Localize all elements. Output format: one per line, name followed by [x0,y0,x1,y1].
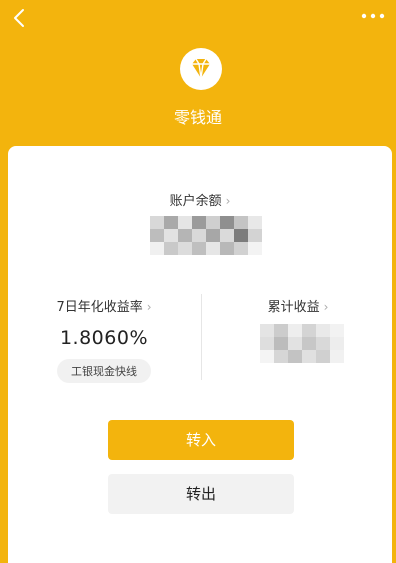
rate-section: 7日年化收益率 › 1.8060% 工银现金快线 [8,296,200,383]
transfer-out-button[interactable]: 转出 [108,474,294,514]
income-label: 累计收益 [267,300,320,315]
rate-value: 1.8060% [59,327,149,349]
income-amount-mosaic [260,324,344,363]
divider [201,294,202,380]
balance-link[interactable]: 账户余额 › [8,190,392,209]
chevron-right-icon: › [146,300,152,314]
income-link[interactable]: 累计收益 › [204,296,392,315]
product-logo [180,48,222,90]
chevron-right-icon: › [225,194,231,208]
chevron-right-icon: › [323,300,329,314]
diamond-icon [192,58,210,79]
transfer-in-button[interactable]: 转入 [108,420,294,460]
top-bar [0,0,396,40]
balance-card: 账户余额 › 7日年化收益率 › 1.8060% 工银现金快线 累计收益 › 转入 转… [8,146,392,563]
balance-label: 账户余额 [169,194,222,209]
balance-amount-mosaic [150,216,262,255]
back-chevron-icon[interactable] [8,6,32,30]
fund-tag: 工银现金快线 [57,359,151,383]
rate-label: 7日年化收益率 [56,300,143,315]
page-title: 零钱通 [173,108,222,127]
more-dots-icon[interactable] [360,8,386,24]
income-section: 累计收益 › [204,296,392,315]
rate-link[interactable]: 7日年化收益率 › [8,296,200,315]
